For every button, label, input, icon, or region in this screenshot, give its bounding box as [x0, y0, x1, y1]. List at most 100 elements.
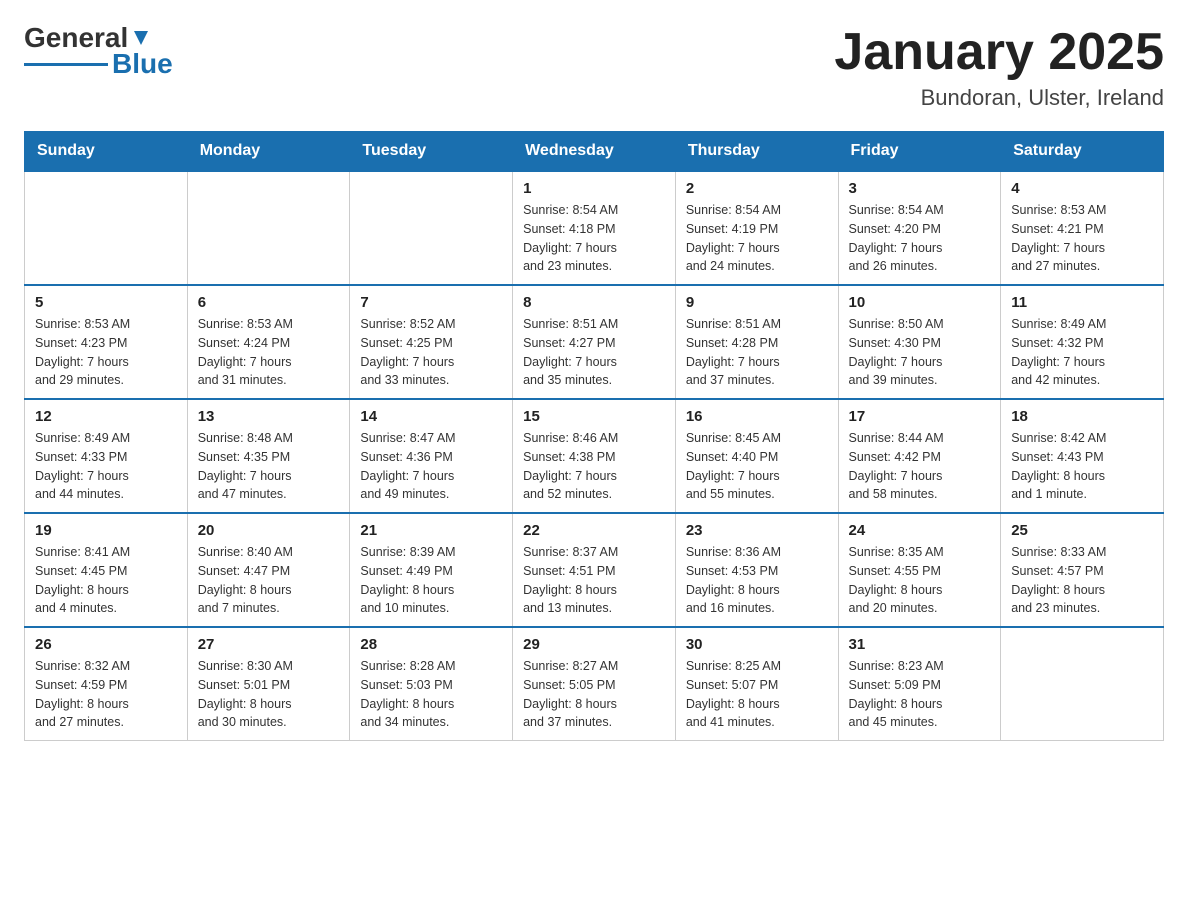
calendar-cell: 18 Sunrise: 8:42 AMSunset: 4:43 PMDayligh… [1001, 399, 1164, 513]
day-info: Sunrise: 8:23 AMSunset: 5:09 PMDaylight:… [849, 657, 991, 732]
calendar-cell: 23Sunrise: 8:36 AMSunset: 4:53 PMDayligh… [675, 513, 838, 627]
day-number: 29 [523, 636, 665, 653]
day-number: 1 [523, 180, 665, 197]
calendar-cell: 19 Sunrise: 8:41 AMSunset: 4:45 PMDayligh… [25, 513, 188, 627]
day-info: Sunrise: 8:51 AMSunset: 4:27 PMDaylight:… [523, 315, 665, 390]
page-header: General Blue January 2025 Bundoran, Ulst… [24, 24, 1164, 111]
calendar-cell [187, 171, 350, 285]
calendar-cell [350, 171, 513, 285]
day-number: 3 [849, 180, 991, 197]
day-info: Sunrise: 8:42 AMSunset: 4:43 PMDaylight:… [1011, 429, 1153, 504]
day-info: Sunrise: 8:53 AMSunset: 4:24 PMDaylight:… [198, 315, 340, 390]
day-number: 12 [35, 408, 177, 425]
day-info: Sunrise: 8:45 AMSunset: 4:40 PMDaylight:… [686, 429, 828, 504]
calendar-cell [1001, 627, 1164, 741]
month-title: January 2025 [834, 24, 1164, 81]
day-info: Sunrise: 8:32 AMSunset: 4:59 PMDaylight:… [35, 657, 177, 732]
weekday-header-monday: Monday [187, 132, 350, 172]
day-info: Sunrise: 8:44 AMSunset: 4:42 PMDaylight:… [849, 429, 991, 504]
day-number: 30 [686, 636, 828, 653]
calendar-cell [25, 171, 188, 285]
day-info: Sunrise: 8:28 AMSunset: 5:03 PMDaylight:… [360, 657, 502, 732]
day-info: Sunrise: 8:46 AMSunset: 4:38 PMDaylight:… [523, 429, 665, 504]
weekday-header-saturday: Saturday [1001, 132, 1164, 172]
day-number: 22 [523, 522, 665, 539]
day-number: 13 [198, 408, 340, 425]
day-number: 15 [523, 408, 665, 425]
day-number: 28 [360, 636, 502, 653]
calendar-cell: 15 Sunrise: 8:46 AMSunset: 4:38 PMDayligh… [513, 399, 676, 513]
day-number: 19 [35, 522, 177, 539]
day-number: 2 [686, 180, 828, 197]
day-number: 7 [360, 294, 502, 311]
day-number: 18 [1011, 408, 1153, 425]
calendar-table: SundayMondayTuesdayWednesdayThursdayFrid… [24, 131, 1164, 741]
weekday-header-row: SundayMondayTuesdayWednesdayThursdayFrid… [25, 132, 1164, 172]
weekday-header-tuesday: Tuesday [350, 132, 513, 172]
day-info: Sunrise: 8:51 AMSunset: 4:28 PMDaylight:… [686, 315, 828, 390]
calendar-cell: 20 Sunrise: 8:40 AMSunset: 4:47 PMDayligh… [187, 513, 350, 627]
day-info: Sunrise: 8:50 AMSunset: 4:30 PMDaylight:… [849, 315, 991, 390]
calendar-cell: 24 Sunrise: 8:35 AMSunset: 4:55 PMDayligh… [838, 513, 1001, 627]
calendar-cell: 27 Sunrise: 8:30 AMSunset: 5:01 PMDayligh… [187, 627, 350, 741]
day-number: 4 [1011, 180, 1153, 197]
day-number: 20 [198, 522, 340, 539]
day-number: 24 [849, 522, 991, 539]
day-info: Sunrise: 8:54 AMSunset: 4:20 PMDaylight:… [849, 201, 991, 276]
day-info: Sunrise: 8:25 AMSunset: 5:07 PMDaylight:… [686, 657, 828, 732]
day-info: Sunrise: 8:53 AMSunset: 4:23 PMDaylight:… [35, 315, 177, 390]
day-number: 26 [35, 636, 177, 653]
calendar-cell: 9Sunrise: 8:51 AMSunset: 4:28 PMDaylight… [675, 285, 838, 399]
day-info: Sunrise: 8:54 AMSunset: 4:19 PMDaylight:… [686, 201, 828, 276]
calendar-cell: 17Sunrise: 8:44 AMSunset: 4:42 PMDayligh… [838, 399, 1001, 513]
calendar-cell: 10Sunrise: 8:50 AMSunset: 4:30 PMDayligh… [838, 285, 1001, 399]
day-number: 8 [523, 294, 665, 311]
calendar-week-row: 12 Sunrise: 8:49 AMSunset: 4:33 PMDayligh… [25, 399, 1164, 513]
calendar-cell: 28 Sunrise: 8:28 AMSunset: 5:03 PMDayligh… [350, 627, 513, 741]
day-info: Sunrise: 8:47 AMSunset: 4:36 PMDaylight:… [360, 429, 502, 504]
logo-blue-text: Blue [112, 50, 173, 78]
calendar-cell: 8 Sunrise: 8:51 AMSunset: 4:27 PMDaylight… [513, 285, 676, 399]
calendar-cell: 11 Sunrise: 8:49 AMSunset: 4:32 PMDayligh… [1001, 285, 1164, 399]
calendar-cell: 3 Sunrise: 8:54 AMSunset: 4:20 PMDaylight… [838, 171, 1001, 285]
calendar-week-row: 19 Sunrise: 8:41 AMSunset: 4:45 PMDayligh… [25, 513, 1164, 627]
calendar-cell: 4 Sunrise: 8:53 AMSunset: 4:21 PMDaylight… [1001, 171, 1164, 285]
weekday-header-wednesday: Wednesday [513, 132, 676, 172]
day-info: Sunrise: 8:37 AMSunset: 4:51 PMDaylight:… [523, 543, 665, 618]
calendar-week-row: 1Sunrise: 8:54 AMSunset: 4:18 PMDaylight… [25, 171, 1164, 285]
day-number: 25 [1011, 522, 1153, 539]
weekday-header-thursday: Thursday [675, 132, 838, 172]
day-info: Sunrise: 8:27 AMSunset: 5:05 PMDaylight:… [523, 657, 665, 732]
logo: General Blue [24, 24, 173, 78]
calendar-cell: 12 Sunrise: 8:49 AMSunset: 4:33 PMDayligh… [25, 399, 188, 513]
calendar-cell: 22 Sunrise: 8:37 AMSunset: 4:51 PMDayligh… [513, 513, 676, 627]
day-number: 11 [1011, 294, 1153, 311]
location-subtitle: Bundoran, Ulster, Ireland [834, 85, 1164, 111]
day-info: Sunrise: 8:35 AMSunset: 4:55 PMDaylight:… [849, 543, 991, 618]
calendar-cell: 14 Sunrise: 8:47 AMSunset: 4:36 PMDayligh… [350, 399, 513, 513]
day-number: 23 [686, 522, 828, 539]
day-info: Sunrise: 8:30 AMSunset: 5:01 PMDaylight:… [198, 657, 340, 732]
logo-triangle-icon [130, 27, 152, 49]
day-info: Sunrise: 8:41 AMSunset: 4:45 PMDaylight:… [35, 543, 177, 618]
day-info: Sunrise: 8:49 AMSunset: 4:33 PMDaylight:… [35, 429, 177, 504]
day-info: Sunrise: 8:52 AMSunset: 4:25 PMDaylight:… [360, 315, 502, 390]
day-number: 27 [198, 636, 340, 653]
calendar-cell: 7 Sunrise: 8:52 AMSunset: 4:25 PMDaylight… [350, 285, 513, 399]
calendar-cell: 5Sunrise: 8:53 AMSunset: 4:23 PMDaylight… [25, 285, 188, 399]
day-number: 21 [360, 522, 502, 539]
day-info: Sunrise: 8:40 AMSunset: 4:47 PMDaylight:… [198, 543, 340, 618]
day-info: Sunrise: 8:49 AMSunset: 4:32 PMDaylight:… [1011, 315, 1153, 390]
calendar-cell: 1Sunrise: 8:54 AMSunset: 4:18 PMDaylight… [513, 171, 676, 285]
day-number: 14 [360, 408, 502, 425]
calendar-cell: 26 Sunrise: 8:32 AMSunset: 4:59 PMDayligh… [25, 627, 188, 741]
calendar-week-row: 5Sunrise: 8:53 AMSunset: 4:23 PMDaylight… [25, 285, 1164, 399]
day-info: Sunrise: 8:53 AMSunset: 4:21 PMDaylight:… [1011, 201, 1153, 276]
calendar-cell: 16 Sunrise: 8:45 AMSunset: 4:40 PMDayligh… [675, 399, 838, 513]
weekday-header-friday: Friday [838, 132, 1001, 172]
calendar-cell: 31Sunrise: 8:23 AMSunset: 5:09 PMDayligh… [838, 627, 1001, 741]
day-info: Sunrise: 8:48 AMSunset: 4:35 PMDaylight:… [198, 429, 340, 504]
calendar-cell: 30 Sunrise: 8:25 AMSunset: 5:07 PMDayligh… [675, 627, 838, 741]
calendar-cell: 13 Sunrise: 8:48 AMSunset: 4:35 PMDayligh… [187, 399, 350, 513]
day-number: 16 [686, 408, 828, 425]
